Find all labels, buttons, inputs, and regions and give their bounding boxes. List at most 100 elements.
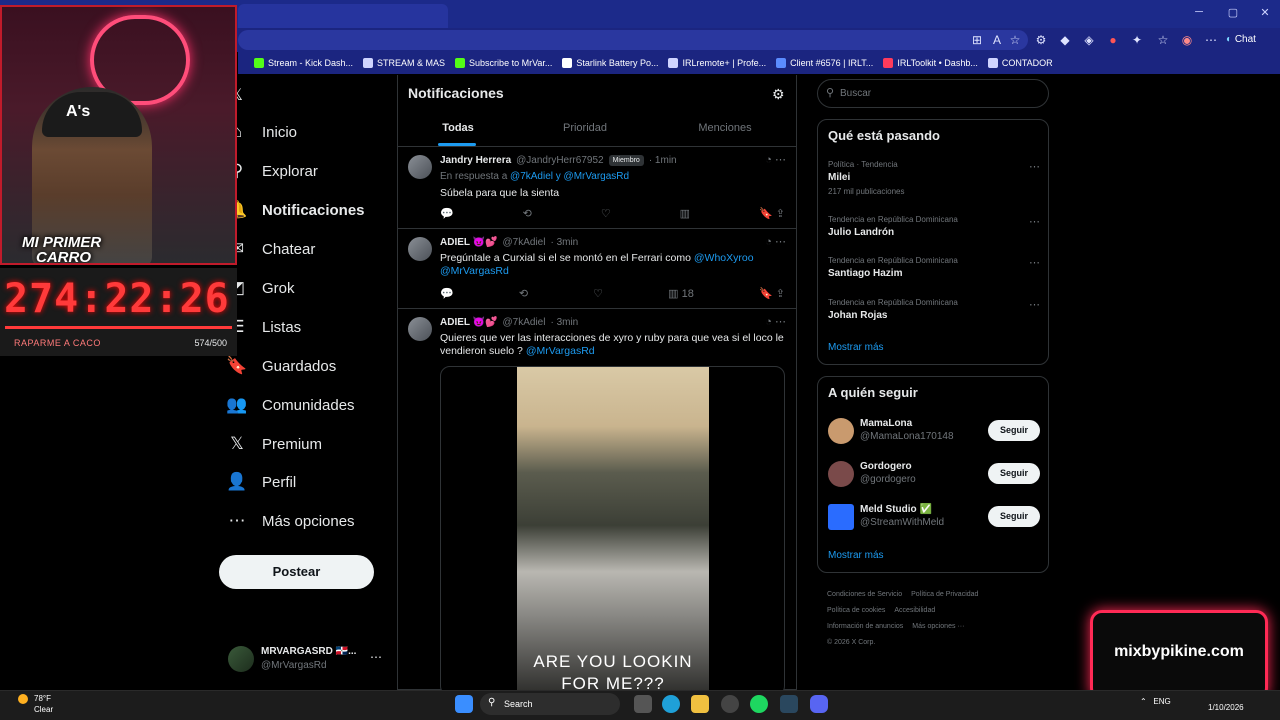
reply-users[interactable]: @7kAdiel y @MrVargasRd: [510, 171, 629, 182]
footer-link[interactable]: Política de cookies: [827, 607, 885, 614]
nav-item-comunidades[interactable]: 👥 Comunidades: [226, 388, 354, 422]
taskbar-search[interactable]: [480, 693, 620, 715]
repost-icon[interactable]: ⟲: [519, 287, 528, 300]
trend-item[interactable]: Tendencia en República Dominicana Johan …: [828, 298, 1040, 321]
footer-link[interactable]: Más opciones ···: [912, 623, 964, 630]
author-name[interactable]: ADIEL 😈💕: [440, 317, 498, 328]
nav-item-listas[interactable]: ☰ Listas: [226, 310, 301, 344]
profile-avatar-icon[interactable]: ◉: [1178, 31, 1196, 49]
bookmark-item[interactable]: CONTADOR: [987, 58, 1053, 68]
bookmark-item[interactable]: Subscribe to MrVar...: [455, 58, 552, 68]
views-icon[interactable]: ▥ 18: [668, 287, 694, 300]
trend-item[interactable]: Política · Tendencia Milei 217 mil publi…: [828, 160, 1040, 196]
more-dots-icon[interactable]: ⋯: [1029, 160, 1040, 173]
footer-link[interactable]: Política de Privacidad: [911, 591, 978, 598]
nav-item-premium[interactable]: 𝕏 Premium: [226, 427, 322, 461]
more-dots-icon[interactable]: ⋯: [1029, 298, 1040, 311]
author-handle[interactable]: @JandryHerr67952: [516, 155, 603, 166]
favorite-star-icon[interactable]: ☆: [1006, 31, 1024, 49]
author-handle[interactable]: @7kAdiel: [503, 237, 546, 248]
copilot-chat-button[interactable]: ◐ Chat: [1226, 31, 1274, 49]
minimize-icon[interactable]: ─: [1184, 6, 1214, 22]
bookmark-item[interactable]: Starlink Battery Po...: [562, 58, 658, 68]
extension-icon[interactable]: ◆: [1056, 31, 1074, 49]
footer-link[interactable]: Condiciones de Servicio: [827, 591, 902, 598]
repost-icon[interactable]: ⟲: [523, 207, 532, 220]
puzzle-icon[interactable]: ✦: [1128, 31, 1146, 49]
follow-button[interactable]: Seguir: [988, 463, 1040, 484]
post-media[interactable]: ARE YOU LOOKIN FOR ME???: [440, 366, 785, 696]
obs-icon[interactable]: [721, 695, 739, 713]
post-more-icon[interactable]: ◔ ⋯: [765, 153, 786, 166]
footer-link[interactable]: Información de anuncios: [827, 623, 903, 630]
bookmark-item[interactable]: Client #6576 | IRLT...: [776, 58, 873, 68]
tab-menciones[interactable]: Menciones: [690, 122, 760, 134]
bookmark-item[interactable]: IRLremote+ | Profe...: [668, 58, 766, 68]
footer-link[interactable]: © 2026 X Corp.: [827, 639, 875, 646]
post-more-icon[interactable]: ◔ ⋯: [765, 235, 786, 248]
show-more-link[interactable]: Mostrar más: [828, 550, 884, 561]
bookmark-share-icons[interactable]: 🔖 ⇪: [759, 287, 785, 300]
post[interactable]: Jandry Herrera @JandryHerr67952 Miembro …: [398, 147, 796, 229]
task-view-icon[interactable]: [634, 695, 652, 713]
trend-item[interactable]: Tendencia en República Dominicana Julio …: [828, 215, 1040, 238]
system-tray[interactable]: ⌃ ENG: [1140, 697, 1171, 706]
extension-icon[interactable]: ●: [1104, 31, 1122, 49]
file-explorer-icon[interactable]: [691, 695, 709, 713]
extension-icon[interactable]: ⚙: [1032, 31, 1050, 49]
settings-gear-icon[interactable]: ⚙: [772, 86, 785, 103]
discord-icon[interactable]: [810, 695, 828, 713]
post-button[interactable]: Postear: [219, 555, 374, 589]
read-aloud-icon[interactable]: A: [988, 31, 1006, 49]
trend-item[interactable]: Tendencia en República Dominicana Santia…: [828, 256, 1040, 279]
edge-icon[interactable]: [662, 695, 680, 713]
post-more-icon[interactable]: ◔ ⋯: [765, 315, 786, 328]
author-name[interactable]: ADIEL 😈💕: [440, 237, 498, 248]
maximize-icon[interactable]: ▢: [1218, 6, 1248, 22]
clock[interactable]: 1/10/2026: [1208, 703, 1244, 712]
extension-icon[interactable]: ◈: [1080, 31, 1098, 49]
like-icon[interactable]: ♡: [593, 287, 603, 300]
nav-item-explorar[interactable]: ⚲Explorar: [226, 154, 318, 188]
steam-icon[interactable]: [780, 695, 798, 713]
author-name[interactable]: Jandry Herrera: [440, 155, 511, 166]
footer-link[interactable]: Accesibilidad: [894, 607, 935, 614]
nav-item-más-opciones[interactable]: ⋯ Más opciones: [226, 504, 355, 538]
reply-icon[interactable]: 💬: [440, 207, 454, 220]
nav-item-notificaciones[interactable]: 🔔Notificaciones: [226, 193, 364, 227]
menu-dots-icon[interactable]: ⋯: [1202, 31, 1220, 49]
follow-handle: @MamaLona170148: [860, 431, 954, 442]
windows-start-icon[interactable]: [455, 695, 473, 713]
bookmark-item[interactable]: IRLToolkit • Dashb...: [883, 58, 978, 68]
follow-button[interactable]: Seguir: [988, 420, 1040, 441]
show-more-link[interactable]: Mostrar más: [828, 342, 884, 353]
nav-item-guardados[interactable]: 🔖 Guardados: [226, 349, 336, 383]
close-icon[interactable]: ✕: [1250, 6, 1280, 22]
browser-tab[interactable]: [238, 4, 448, 28]
weather-widget[interactable]: 78°F Clear: [34, 693, 53, 715]
author-handle[interactable]: @7kAdiel: [503, 317, 546, 328]
follow-button[interactable]: Seguir: [988, 506, 1040, 527]
more-dots-icon[interactable]: ⋯: [1029, 256, 1040, 269]
more-dots-icon[interactable]: ⋯: [1029, 215, 1040, 228]
views-icon[interactable]: ▥: [680, 207, 690, 220]
account-switcher[interactable]: MRVARGASRD 🇩🇴... @MrVargasRd ⋯: [228, 642, 388, 678]
tab-prioridad[interactable]: Prioridad: [550, 122, 620, 134]
nav-item-perfil[interactable]: 👤 Perfil: [226, 465, 296, 499]
apps-icon[interactable]: ⊞: [968, 31, 986, 49]
reply-icon[interactable]: 💬: [440, 287, 454, 300]
follow-suggestion[interactable]: Gordogero @gordogero Seguir: [828, 461, 1040, 491]
mentions[interactable]: @MrVargasRd: [526, 345, 595, 357]
bookmark-item[interactable]: Stream - Kick Dash...: [254, 58, 353, 68]
follow-suggestion[interactable]: MamaLona @MamaLona170148 Seguir: [828, 418, 1040, 448]
nav-item-chatear[interactable]: ✉ Chatear: [226, 232, 316, 266]
spotify-icon[interactable]: [750, 695, 768, 713]
favorites-icon[interactable]: ☆: [1154, 31, 1172, 49]
like-icon[interactable]: ♡: [601, 207, 611, 220]
bookmark-share-icons[interactable]: 🔖 ⇪: [759, 207, 785, 220]
address-bar[interactable]: [238, 30, 1028, 50]
post[interactable]: ADIEL 😈💕 @7kAdiel · 3min ◔ ⋯ Pregúntale …: [398, 229, 796, 309]
follow-suggestion[interactable]: Meld Studio ✅ @StreamWithMeld Seguir: [828, 504, 1040, 534]
bookmark-item[interactable]: STREAM & MAS: [363, 58, 445, 68]
tab-todas[interactable]: Todas: [430, 122, 486, 134]
